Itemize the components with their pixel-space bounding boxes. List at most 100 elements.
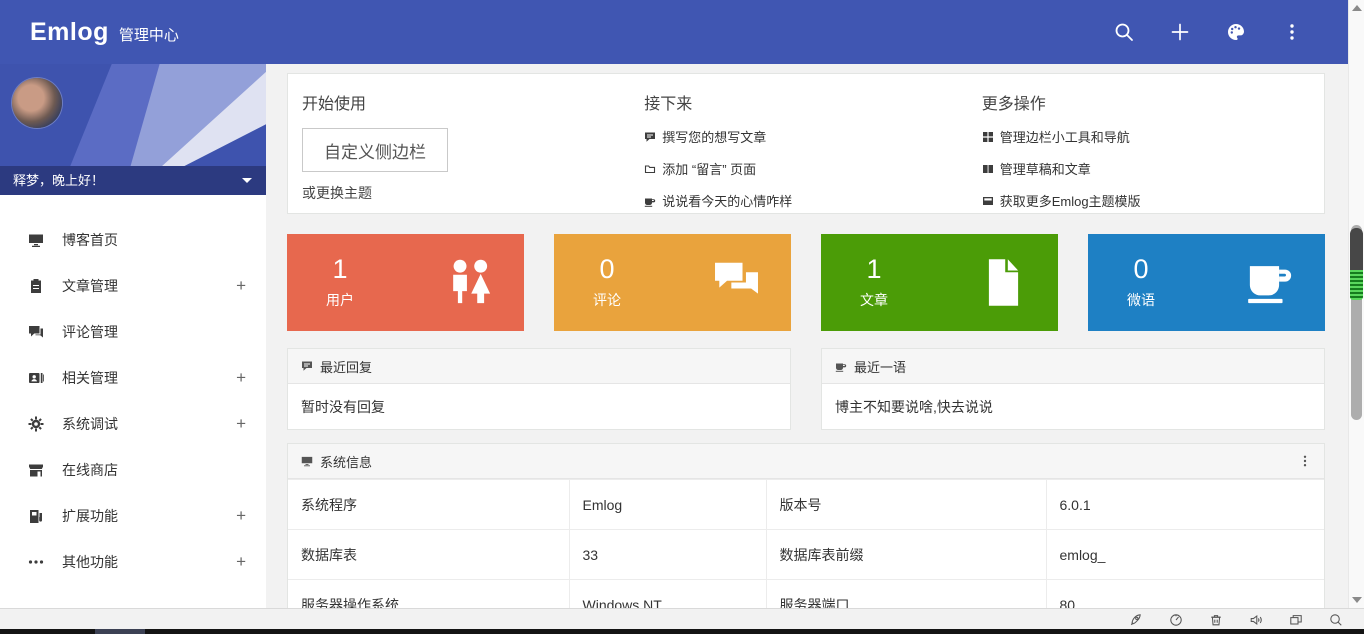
panel-title: 系统信息 (320, 452, 372, 471)
rocket-icon[interactable] (1128, 612, 1144, 628)
panels-row: 最近回复 暂时没有回复 最近一语 博主不知要说啥,快去说说 (287, 348, 1325, 430)
sidebar-item-comments[interactable]: 评论管理 (0, 309, 266, 355)
trash-icon[interactable] (1208, 612, 1224, 628)
main-content: 开始使用 自定义侧边栏 或更换主题 接下来 撰写您的想写文章 添加 “留言” 页… (266, 64, 1348, 608)
stat-text: 0 评论 (581, 256, 633, 310)
panel-header: 最近回复 (288, 349, 790, 384)
grid-icon (982, 131, 994, 143)
cup-icon (1243, 255, 1298, 310)
stat-label: 微语 (1115, 290, 1167, 310)
expand-plus: + (236, 552, 246, 572)
volume-icon[interactable] (1248, 612, 1264, 628)
stat-card-comments[interactable]: 0 评论 (554, 234, 791, 331)
customize-sidebar-button[interactable]: 自定义侧边栏 (302, 128, 448, 172)
sidebar-item-online-store[interactable]: 在线商店 (0, 447, 266, 493)
stat-card-users[interactable]: 1 用户 (287, 234, 524, 331)
file-icon (976, 255, 1031, 310)
table-cell: 数据库表 (288, 530, 569, 580)
add-page-link[interactable]: 添加 “留言” 页面 (644, 159, 981, 178)
monitor-icon (301, 455, 313, 467)
user-avatar[interactable] (12, 78, 62, 128)
store-icon (28, 462, 44, 478)
add-icon[interactable] (1152, 0, 1208, 64)
menu-label: 相关管理 (62, 368, 118, 388)
sidebar-item-extensions[interactable]: 扩展功能 + (0, 493, 266, 539)
search-icon[interactable] (1096, 0, 1152, 64)
stat-value: 0 (581, 256, 633, 283)
getting-started-column: 开始使用 自定义侧边栏 或更换主题 (302, 90, 644, 213)
panel-body: 博主不知要说啥,快去说说 (822, 384, 1324, 429)
table-row: 系统程序 Emlog 版本号 6.0.1 (288, 480, 1324, 530)
menu-label: 博客首页 (62, 230, 118, 250)
post-whisper-link[interactable]: 说说看今天的心情咋样 (644, 191, 981, 210)
table-cell: 数据库表前缀 (766, 530, 1046, 580)
panel-title: 最近回复 (320, 357, 372, 376)
scrollbar-green-marker (1350, 270, 1363, 300)
palette-icon[interactable] (1208, 0, 1264, 64)
next-steps-column: 接下来 撰写您的想写文章 添加 “留言” 页面 说说看今天的心情咋样 (644, 90, 981, 213)
panel-body: 暂时没有回复 (288, 384, 790, 429)
more-actions-column: 更多操作 管理边栏小工具和导航 管理草稿和文章 获取更多Emlog主题模版 (982, 90, 1324, 213)
stat-value: 0 (1115, 256, 1167, 283)
menu-label: 扩展功能 (62, 506, 118, 526)
table-cell: Emlog (569, 480, 766, 530)
sidebar-item-blog-home[interactable]: 博客首页 (0, 217, 266, 263)
stat-label: 用户 (314, 290, 366, 310)
table-cell: emlog_ (1046, 530, 1324, 580)
change-theme-link[interactable]: 或更换主题 (302, 183, 372, 203)
scroll-down-icon[interactable] (1352, 597, 1362, 603)
manage-widgets-link[interactable]: 管理边栏小工具和导航 (982, 127, 1324, 146)
comment-icon (301, 360, 313, 372)
expand-plus: + (236, 414, 246, 434)
sidebar-item-system-debug[interactable]: 系统调试 + (0, 401, 266, 447)
section-title: 更多操作 (982, 90, 1324, 114)
sidebar-menu: 博客首页 文章管理 + 评论管理 相关管理 + 系统调试 + (0, 217, 266, 585)
system-info-table: 系统程序 Emlog 版本号 6.0.1 数据库表 33 数据库表前缀 emlo… (288, 479, 1324, 608)
table-row: 服务器操作系统 Windows NT 服务器端口 80 (288, 580, 1324, 609)
link-label: 撰写您的想写文章 (662, 127, 766, 146)
stat-text: 1 用户 (314, 256, 366, 310)
chevron-down-icon (242, 178, 252, 183)
section-title: 开始使用 (302, 90, 644, 114)
gear-icon (28, 416, 44, 432)
manage-drafts-link[interactable]: 管理草稿和文章 (982, 159, 1324, 178)
sidebar-item-other[interactable]: 其他功能 + (0, 539, 266, 585)
table-cell: 系统程序 (288, 480, 569, 530)
scroll-up-icon[interactable] (1352, 5, 1362, 11)
get-themes-link[interactable]: 获取更多Emlog主题模版 (982, 191, 1324, 210)
greeting-text: 释梦，晚上好！ (13, 173, 104, 188)
gauge-icon[interactable] (1168, 612, 1184, 628)
link-label: 添加 “留言” 页面 (662, 159, 756, 178)
ellipsis-icon (28, 554, 44, 570)
taskbar-edge (0, 629, 1364, 634)
menu-label: 系统调试 (62, 414, 118, 434)
table-cell: 80 (1046, 580, 1324, 609)
menu-label: 文章管理 (62, 276, 118, 296)
window-icon[interactable] (1288, 612, 1304, 628)
emlog-admin-screen: Emlog 管理中心 释梦，晚上好！ 博客首页 (0, 0, 1364, 634)
browser-bottom-toolbar (0, 608, 1364, 629)
magnifier-icon[interactable] (1328, 612, 1344, 628)
admin-center-title: 管理中心 (119, 24, 179, 45)
folder-icon (644, 163, 656, 175)
sidebar-item-articles[interactable]: 文章管理 + (0, 263, 266, 309)
write-message-icon (644, 131, 656, 143)
table-cell: 版本号 (766, 480, 1046, 530)
user-greeting-bar[interactable]: 释梦，晚上好！ (0, 166, 266, 195)
cup-icon (644, 195, 656, 207)
kebab-menu-icon[interactable] (1296, 452, 1314, 470)
toolbar-icons (1128, 609, 1344, 630)
sidebar-item-related[interactable]: 相关管理 + (0, 355, 266, 401)
emlog-logo[interactable]: Emlog (30, 18, 109, 47)
vertical-scrollbar[interactable] (1348, 0, 1364, 608)
stat-card-articles[interactable]: 1 文章 (821, 234, 1058, 331)
menu-label: 评论管理 (62, 322, 118, 342)
article-icon (28, 278, 44, 294)
book-icon (982, 163, 994, 175)
table-row: 数据库表 33 数据库表前缀 emlog_ (288, 530, 1324, 580)
write-article-link[interactable]: 撰写您的想写文章 (644, 127, 981, 146)
kebab-menu-icon[interactable] (1264, 0, 1320, 64)
stat-card-whispers[interactable]: 0 微语 (1088, 234, 1325, 331)
link-label: 管理边栏小工具和导航 (1000, 127, 1130, 146)
menu-label: 在线商店 (62, 460, 118, 480)
